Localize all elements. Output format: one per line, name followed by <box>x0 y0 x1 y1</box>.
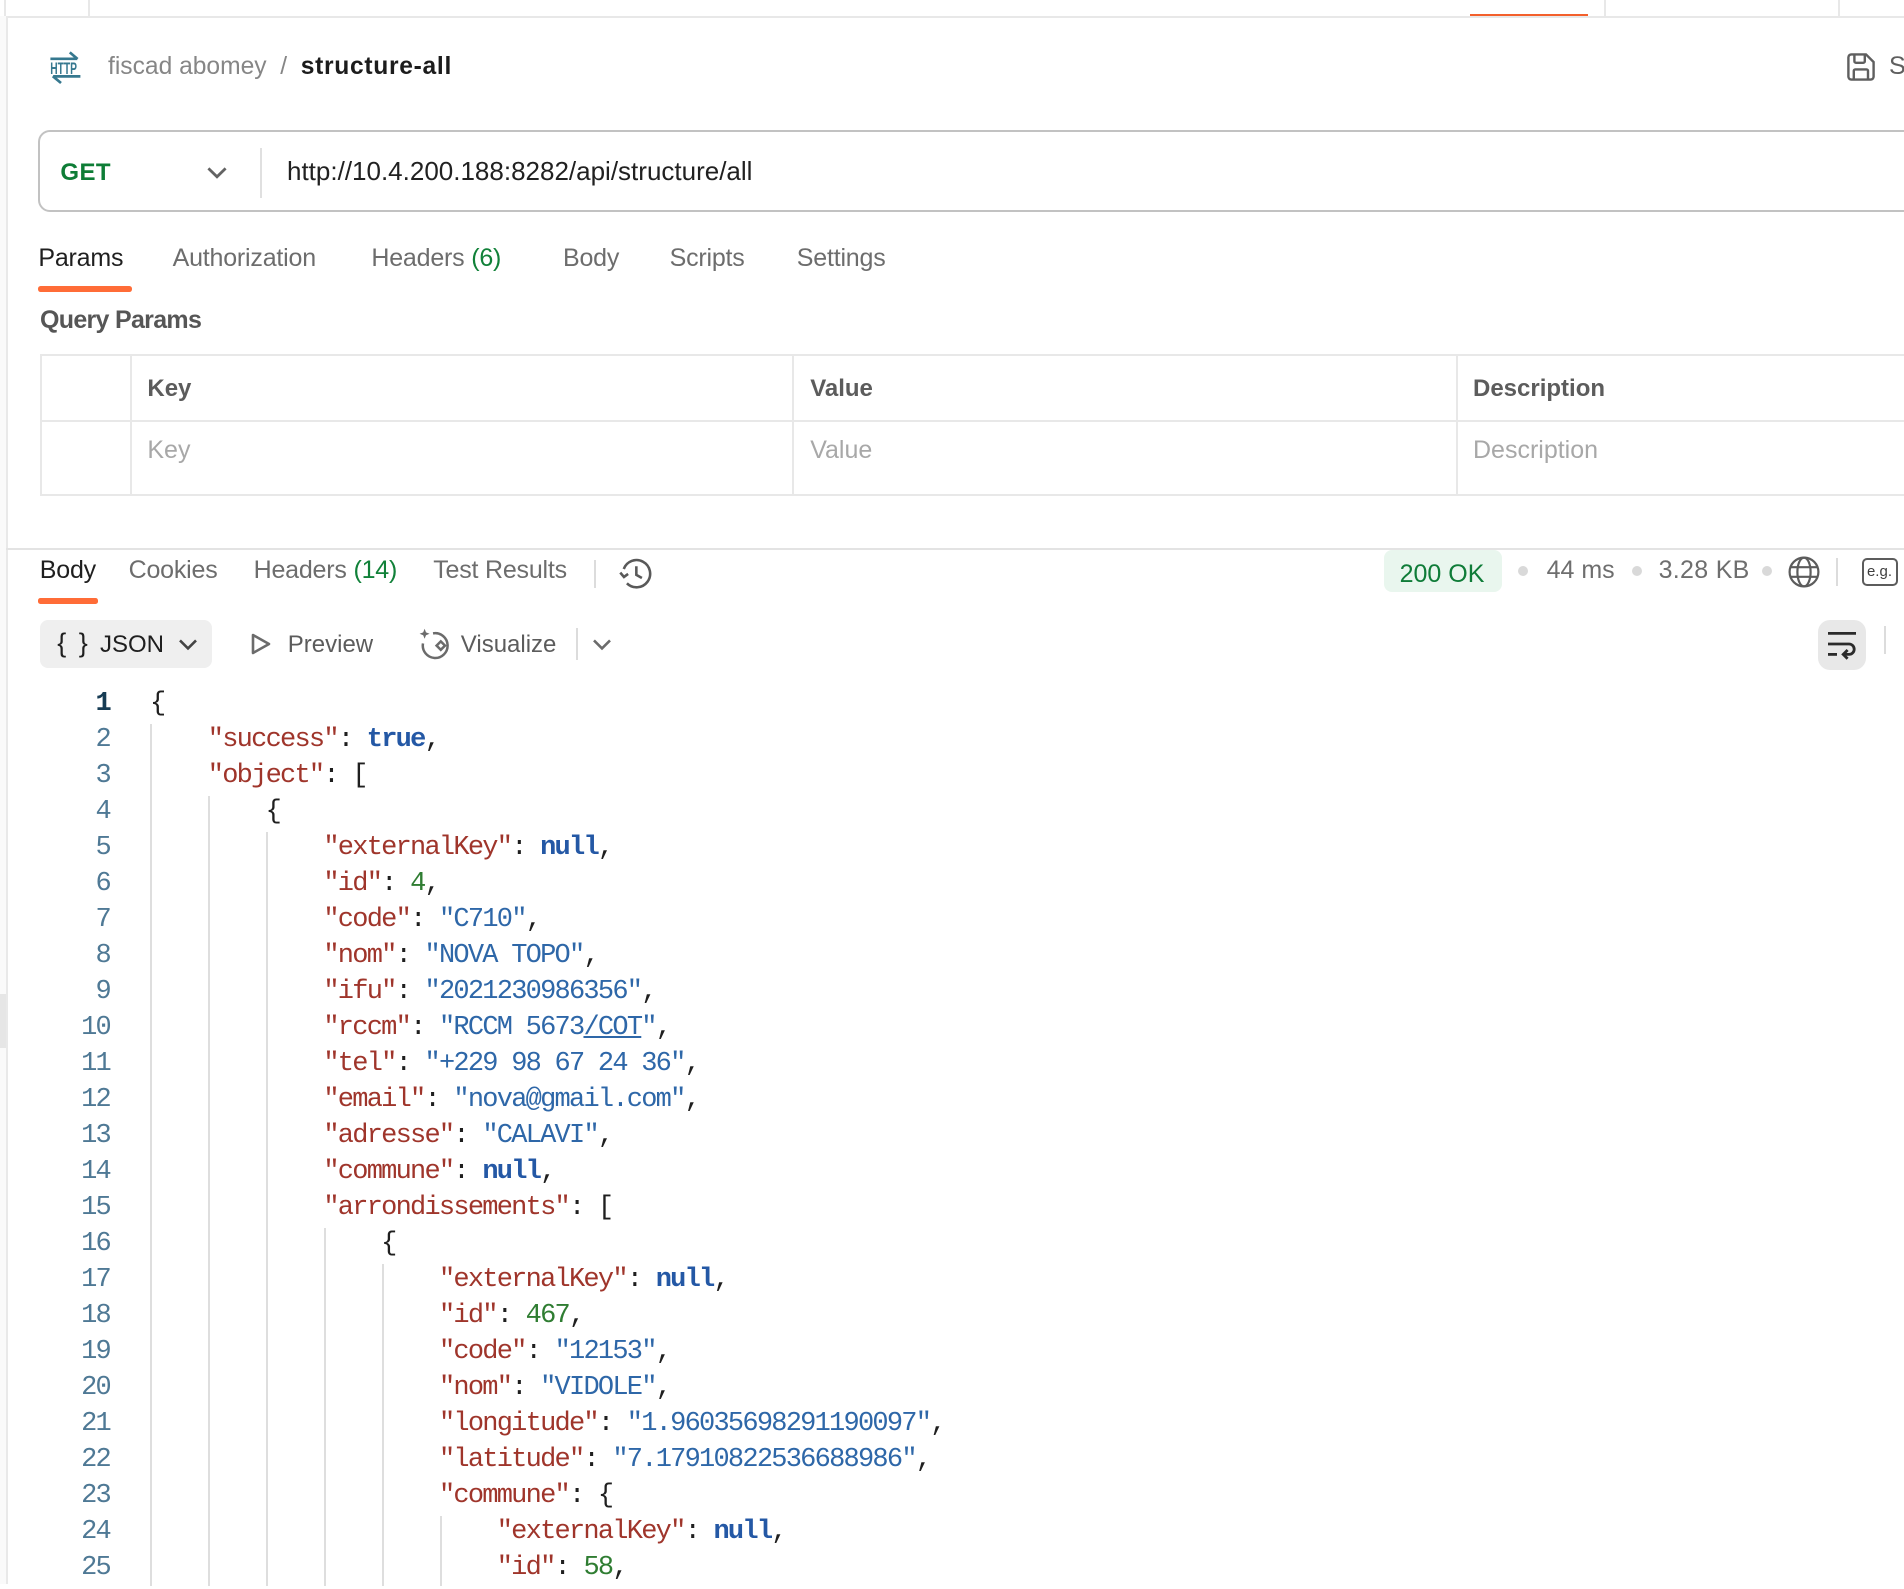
svg-text:HTTP: HTTP <box>49 59 76 78</box>
